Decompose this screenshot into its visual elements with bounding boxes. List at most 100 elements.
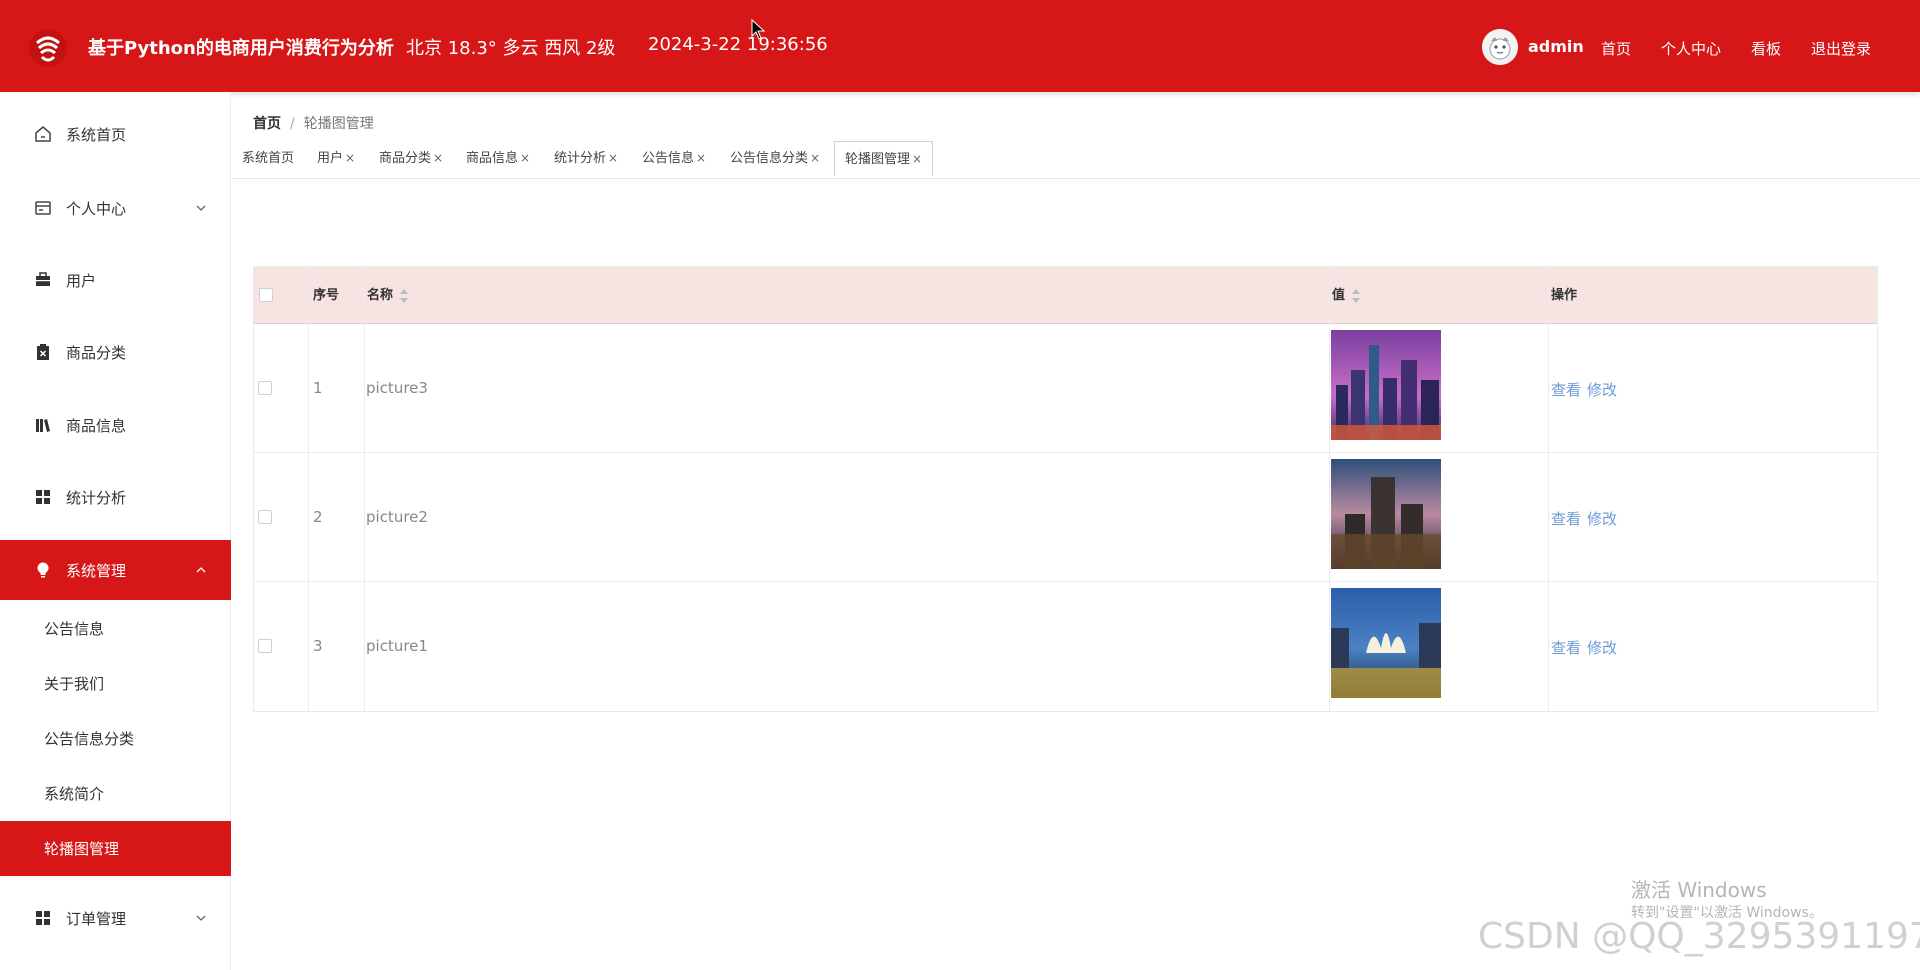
header-name-label: 名称 xyxy=(367,288,394,303)
breadcrumb: 首页 / 轮播图管理 xyxy=(253,113,374,133)
edit-button[interactable]: 修改 xyxy=(1587,637,1617,658)
tab-label: 轮播图管理 xyxy=(845,152,911,167)
sidebar-subitem-about-us[interactable]: 关于我们 xyxy=(0,656,231,711)
sidebar-item-label: 系统管理 xyxy=(66,561,127,580)
table-row: 3 picture1 查看 修改 xyxy=(254,582,1877,711)
top-header: 基于Python的电商用户消费行为分析 北京 18.3° 多云 西风 2级 20… xyxy=(0,0,1920,92)
edit-button[interactable]: 修改 xyxy=(1587,508,1617,529)
tab-categories[interactable]: 商品分类 × xyxy=(379,141,443,176)
avatar-image xyxy=(1482,29,1518,65)
sidebar-item-categories[interactable]: 商品分类 xyxy=(0,322,231,382)
card-icon xyxy=(35,201,51,215)
header-value[interactable]: 值 xyxy=(1332,267,1361,324)
row-index: 1 xyxy=(313,379,323,397)
tab-announcements[interactable]: 公告信息 × xyxy=(642,141,706,176)
logo-icon xyxy=(29,29,67,67)
sort-icon[interactable] xyxy=(399,288,409,303)
avatar[interactable] xyxy=(1482,29,1518,65)
close-icon[interactable]: × xyxy=(433,151,443,165)
table-header: 序号 名称 值 操作 xyxy=(254,267,1877,324)
sidebar-item-label: 系统首页 xyxy=(66,125,127,144)
sidebar-item-system-management[interactable]: 系统管理 xyxy=(0,540,231,600)
view-button[interactable]: 查看 xyxy=(1551,379,1581,400)
chevron-down-icon xyxy=(196,915,206,921)
briefcase-icon xyxy=(36,272,50,286)
sidebar-item-label: 订单管理 xyxy=(66,909,127,928)
tab-label: 商品信息 xyxy=(466,151,519,166)
tab-label: 公告信息 xyxy=(642,151,695,166)
nav-home-link[interactable]: 首页 xyxy=(1601,38,1631,59)
grid-icon xyxy=(36,911,50,925)
row-checkbox[interactable] xyxy=(258,510,272,524)
csdn-watermark: CSDN @QQ_3295391197 xyxy=(1478,916,1920,957)
sidebar-item-profile[interactable]: 个人中心 xyxy=(0,178,231,238)
tab-statistics[interactable]: 统计分析 × xyxy=(554,141,618,176)
header-index: 序号 xyxy=(313,288,340,303)
sidebar-subitem-system-intro[interactable]: 系统简介 xyxy=(0,766,231,821)
nav-logout-link[interactable]: 退出登录 xyxy=(1811,38,1871,59)
close-icon[interactable]: × xyxy=(696,151,706,165)
view-button[interactable]: 查看 xyxy=(1551,508,1581,529)
tab-label: 统计分析 xyxy=(554,151,607,166)
row-index: 3 xyxy=(313,637,323,655)
table-row: 2 picture2 查看 修改 xyxy=(254,453,1877,582)
header-actions: 操作 xyxy=(1551,288,1578,303)
tab-home[interactable]: 系统首页 xyxy=(242,141,294,176)
weather-info: 北京 18.3° 多云 西风 2级 xyxy=(406,38,616,59)
sidebar: 系统首页 个人中心 用户 商品分类 商品信息 统计分析 系统管理 公告信息 关于… xyxy=(0,92,231,970)
carousel-thumbnail[interactable] xyxy=(1331,459,1441,569)
breadcrumb-separator: / xyxy=(290,116,295,132)
row-name: picture2 xyxy=(366,508,428,526)
tab-label: 商品分类 xyxy=(379,151,432,166)
sidebar-subitem-announcements[interactable]: 公告信息 xyxy=(0,601,231,656)
sidebar-subitem-announcement-categories[interactable]: 公告信息分类 xyxy=(0,711,231,766)
carousel-table: 序号 名称 值 操作 1 picture3 查看 修改 2 picture2 查… xyxy=(253,266,1878,712)
sidebar-item-label: 用户 xyxy=(66,271,97,290)
row-checkbox[interactable] xyxy=(258,381,272,395)
close-icon[interactable]: × xyxy=(912,152,922,166)
nav-profile-link[interactable]: 个人中心 xyxy=(1661,38,1721,59)
chevron-down-icon xyxy=(196,205,206,211)
select-all-checkbox[interactable] xyxy=(259,288,273,302)
view-button[interactable]: 查看 xyxy=(1551,637,1581,658)
tab-label: 公告信息分类 xyxy=(730,151,809,166)
tab-products[interactable]: 商品信息 × xyxy=(466,141,530,176)
tab-announcement-categories[interactable]: 公告信息分类 × xyxy=(730,141,820,176)
row-checkbox[interactable] xyxy=(258,639,272,653)
nav-dashboard-link[interactable]: 看板 xyxy=(1751,38,1781,59)
row-name: picture1 xyxy=(366,637,428,655)
table-row: 1 picture3 查看 修改 xyxy=(254,324,1877,453)
carousel-thumbnail[interactable] xyxy=(1331,588,1441,698)
row-name: picture3 xyxy=(366,379,428,397)
windows-activation-title: 激活 Windows xyxy=(1631,878,1767,902)
close-icon[interactable]: × xyxy=(810,151,820,165)
sidebar-item-home[interactable]: 系统首页 xyxy=(0,104,231,164)
sidebar-item-label: 商品信息 xyxy=(66,416,127,435)
close-icon[interactable]: × xyxy=(608,151,618,165)
sort-icon[interactable] xyxy=(1351,288,1361,303)
breadcrumb-current: 轮播图管理 xyxy=(303,116,374,132)
username[interactable]: admin xyxy=(1528,37,1584,56)
tab-carousel-management[interactable]: 轮播图管理 × xyxy=(834,141,934,176)
edit-button[interactable]: 修改 xyxy=(1587,379,1617,400)
sidebar-item-label: 个人中心 xyxy=(66,199,127,218)
tab-users[interactable]: 用户 × xyxy=(317,141,355,176)
datetime: 2024-3-22 19:36:56 xyxy=(648,34,828,55)
sidebar-item-users[interactable]: 用户 xyxy=(0,250,231,310)
home-icon xyxy=(35,126,51,142)
sidebar-item-orders[interactable]: 订单管理 xyxy=(0,888,231,948)
close-icon[interactable]: × xyxy=(345,151,355,165)
breadcrumb-home[interactable]: 首页 xyxy=(253,116,281,132)
header-name[interactable]: 名称 xyxy=(367,267,409,324)
row-index: 2 xyxy=(313,508,323,526)
close-icon[interactable]: × xyxy=(520,151,530,165)
carousel-thumbnail[interactable] xyxy=(1331,330,1441,440)
tabs-bar: 系统首页 用户 × 商品分类 × 商品信息 × 统计分析 × 公告信息 × 公告信息分类 ×… xyxy=(233,141,1920,179)
clipboard-icon xyxy=(37,344,49,360)
sidebar-item-statistics[interactable]: 统计分析 xyxy=(0,467,231,527)
header-value-label: 值 xyxy=(1332,288,1346,303)
tab-label: 用户 xyxy=(317,151,344,166)
sidebar-item-products[interactable]: 商品信息 xyxy=(0,395,231,455)
sidebar-item-label: 商品分类 xyxy=(66,343,127,362)
sidebar-subitem-carousel-management[interactable]: 轮播图管理 xyxy=(0,821,231,876)
